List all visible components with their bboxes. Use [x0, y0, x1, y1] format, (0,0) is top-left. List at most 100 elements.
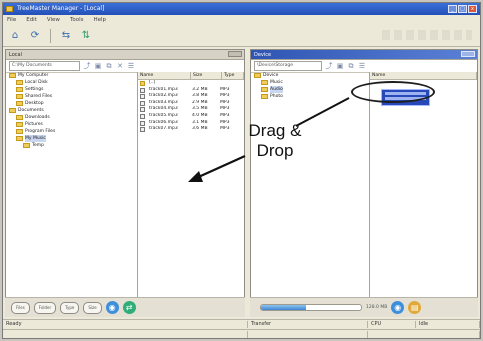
menu-edit[interactable]: Edit — [26, 15, 37, 25]
file-row[interactable]: track03.mp3 2.9 MB MP3 — [138, 100, 244, 107]
right-list-header: Name — [370, 72, 477, 80]
tree-item[interactable]: Device — [251, 72, 369, 79]
status-bar-bottom — [3, 329, 480, 338]
file-row[interactable]: track04.mp3 3.5 MB MP3 — [138, 106, 244, 113]
file-type: MP3 — [220, 93, 230, 99]
right-pane-toggle[interactable] — [461, 51, 475, 57]
tree-item[interactable]: Program Files — [6, 128, 137, 135]
file-row[interactable]: track07.mp3 3.6 MB MP3 — [138, 126, 244, 133]
status-left: Ready — [3, 321, 248, 328]
home-icon[interactable]: ⌂ — [7, 28, 23, 44]
new-folder-icon[interactable]: ▣ — [94, 62, 102, 70]
file-name: [..] — [149, 80, 156, 85]
title-bar: TreeMaster Manager - [Local] _ □ x — [3, 3, 480, 15]
file-row[interactable]: [..] — [138, 80, 244, 87]
file-name: track04.mp3 — [149, 106, 178, 112]
transfer-icon[interactable]: ⇄ — [122, 301, 136, 314]
up-folder-icon[interactable]: ⤴ — [83, 62, 91, 70]
right-bottom-bar: 128.0 MB ◉ ▤ — [250, 297, 478, 317]
view-icon[interactable]: ☰ — [358, 62, 366, 70]
app-icon — [6, 6, 13, 12]
menu-help[interactable]: Help — [94, 15, 107, 25]
left-file-rows: [..] track01.mp3 3.2 MB MP3 track02.mp3 3.8 M… — [138, 80, 244, 133]
toolbar: ⌂ ⟳ ⇆ ⇅ — [3, 25, 480, 47]
filter-type-button[interactable]: Type — [60, 301, 80, 314]
folder-icon — [9, 108, 16, 113]
new-folder-icon[interactable]: ▣ — [336, 62, 344, 70]
close-button[interactable]: x — [468, 5, 477, 13]
column-size[interactable]: Size — [191, 72, 222, 79]
file-size — [190, 80, 218, 87]
copy-icon[interactable]: ⧉ — [105, 62, 113, 70]
left-address-input[interactable]: C:\My Documents — [9, 61, 80, 71]
toolbar-right-area — [382, 30, 472, 40]
column-name[interactable]: Name — [370, 72, 477, 79]
menu-tools[interactable]: Tools — [70, 15, 84, 25]
globe-icon[interactable]: ◉ — [105, 301, 119, 314]
storage-icon[interactable]: ◉ — [391, 301, 405, 314]
left-pane-toggle[interactable] — [228, 51, 242, 57]
annotation-line-2: Drop — [256, 141, 294, 160]
file-type: MP3 — [220, 119, 230, 125]
file-type: MP3 — [220, 86, 230, 92]
minimize-button[interactable]: _ — [448, 5, 457, 13]
menu-view[interactable]: View — [47, 15, 60, 25]
folder-icon — [254, 73, 261, 78]
tree-item-label: Settings — [25, 87, 44, 92]
sync-icon[interactable]: ⇅ — [78, 28, 94, 44]
file-icon — [140, 113, 145, 119]
right-address-input[interactable]: \Device\Storage — [254, 61, 322, 71]
file-type: MP3 — [220, 99, 230, 105]
tree-item-label: Photo — [270, 94, 283, 99]
tree-item[interactable]: Downloads — [6, 114, 137, 121]
copy-icon[interactable]: ⧉ — [347, 62, 355, 70]
column-name[interactable]: Name — [138, 72, 191, 79]
tree-item[interactable]: Temp — [6, 142, 137, 149]
left-file-list: Name Size Type [..] track01.mp3 3.2 MB MP3 t… — [138, 72, 244, 306]
tree-item[interactable]: Settings — [6, 86, 137, 93]
highlight-ellipse — [351, 81, 435, 103]
column-type[interactable]: Type — [222, 72, 244, 79]
tree-item-label: My Computer — [18, 73, 49, 78]
folder-icon[interactable]: ▤ — [408, 301, 422, 314]
connect-icon[interactable]: ⇆ — [58, 28, 74, 44]
refresh-icon[interactable]: ⟳ — [27, 28, 43, 44]
right-pane-header: Device — [251, 50, 477, 60]
tree-item-label: Downloads — [25, 115, 50, 120]
tree-item-label: Device — [263, 73, 279, 78]
file-icon — [140, 87, 145, 93]
capacity-progress-fill — [261, 305, 306, 310]
file-icon — [140, 127, 145, 133]
file-type: MP3 — [220, 126, 230, 132]
delete-icon[interactable]: ✕ — [116, 62, 124, 70]
menu-file[interactable]: File — [7, 15, 16, 25]
file-name: track01.mp3 — [149, 86, 178, 92]
file-size: 2.9 MB — [192, 99, 208, 105]
maximize-button[interactable]: □ — [458, 5, 467, 13]
tree-item[interactable]: Desktop — [6, 100, 137, 107]
file-row[interactable]: track01.mp3 3.2 MB MP3 — [138, 87, 244, 94]
tree-item[interactable]: My Music — [6, 135, 137, 142]
folder-icon — [261, 94, 268, 99]
tree-item[interactable]: Music — [251, 79, 369, 86]
file-row[interactable]: track05.mp3 4.0 MB MP3 — [138, 113, 244, 120]
up-folder-icon[interactable]: ⤴ — [325, 62, 333, 70]
application-window: TreeMaster Manager - [Local] _ □ x File … — [2, 2, 481, 339]
file-row[interactable]: track06.mp3 3.1 MB MP3 — [138, 120, 244, 127]
file-name: track02.mp3 — [149, 93, 178, 99]
tree-item[interactable]: Pictures — [6, 121, 137, 128]
filter-folder-button[interactable]: Folder — [33, 301, 57, 314]
tree-item-label: Music — [270, 80, 283, 85]
tree-item[interactable]: Documents — [6, 107, 137, 114]
tree-item[interactable]: Local Disk — [6, 79, 137, 86]
view-icon[interactable]: ☰ — [127, 62, 135, 70]
window-title: TreeMaster Manager - [Local] — [17, 5, 105, 12]
tree-item[interactable]: Shared Files — [6, 93, 137, 100]
file-icon — [140, 120, 145, 126]
window-controls: _ □ x — [448, 5, 477, 13]
filter-size-button[interactable]: Size — [83, 301, 102, 314]
folder-icon — [16, 129, 23, 134]
tree-item[interactable]: My Computer — [6, 72, 137, 79]
file-row[interactable]: track02.mp3 3.8 MB MP3 — [138, 93, 244, 100]
filter-files-button[interactable]: Files — [11, 301, 30, 314]
